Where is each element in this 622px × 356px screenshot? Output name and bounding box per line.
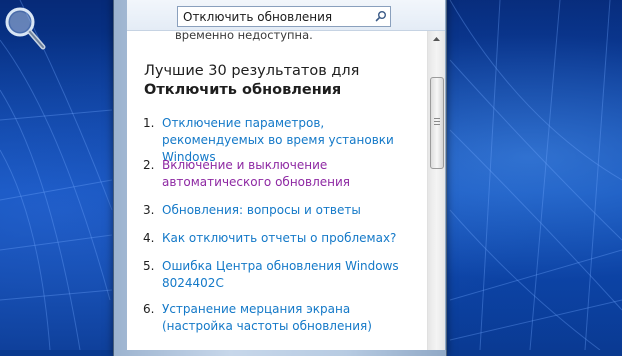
magnifier-gadget-icon[interactable] [3, 5, 47, 51]
search-input[interactable] [183, 9, 373, 24]
result-link[interactable]: Включение и выключение автоматического о… [162, 157, 414, 191]
result-link[interactable]: Устранение мерцания экрана (настройка ча… [162, 301, 414, 335]
result-link[interactable]: Обновления: вопросы и ответы [162, 202, 414, 219]
scrollbar-thumb[interactable] [430, 77, 444, 169]
result-number: 2. [143, 158, 155, 172]
help-content: временно недоступна. Лучшие 30 результат… [127, 31, 427, 350]
results-query: Отключить обновления [144, 82, 342, 98]
search-icon[interactable] [375, 10, 387, 22]
search-box[interactable] [177, 6, 391, 27]
results-heading: Лучшие 30 результатов для [144, 63, 360, 79]
result-number: 1. [143, 116, 155, 130]
result-number: 4. [143, 231, 155, 245]
result-link[interactable]: Как отключить отчеты о проблемах? [162, 230, 414, 247]
result-number: 5. [143, 259, 155, 273]
result-number: 6. [143, 302, 155, 316]
vertical-scrollbar[interactable] [427, 31, 445, 350]
truncated-text: временно недоступна. [175, 31, 313, 42]
scroll-up-icon[interactable] [428, 31, 445, 48]
result-link[interactable]: Ошибка Центра обновления Windows 8024402… [162, 258, 414, 292]
result-number: 3. [143, 203, 155, 217]
